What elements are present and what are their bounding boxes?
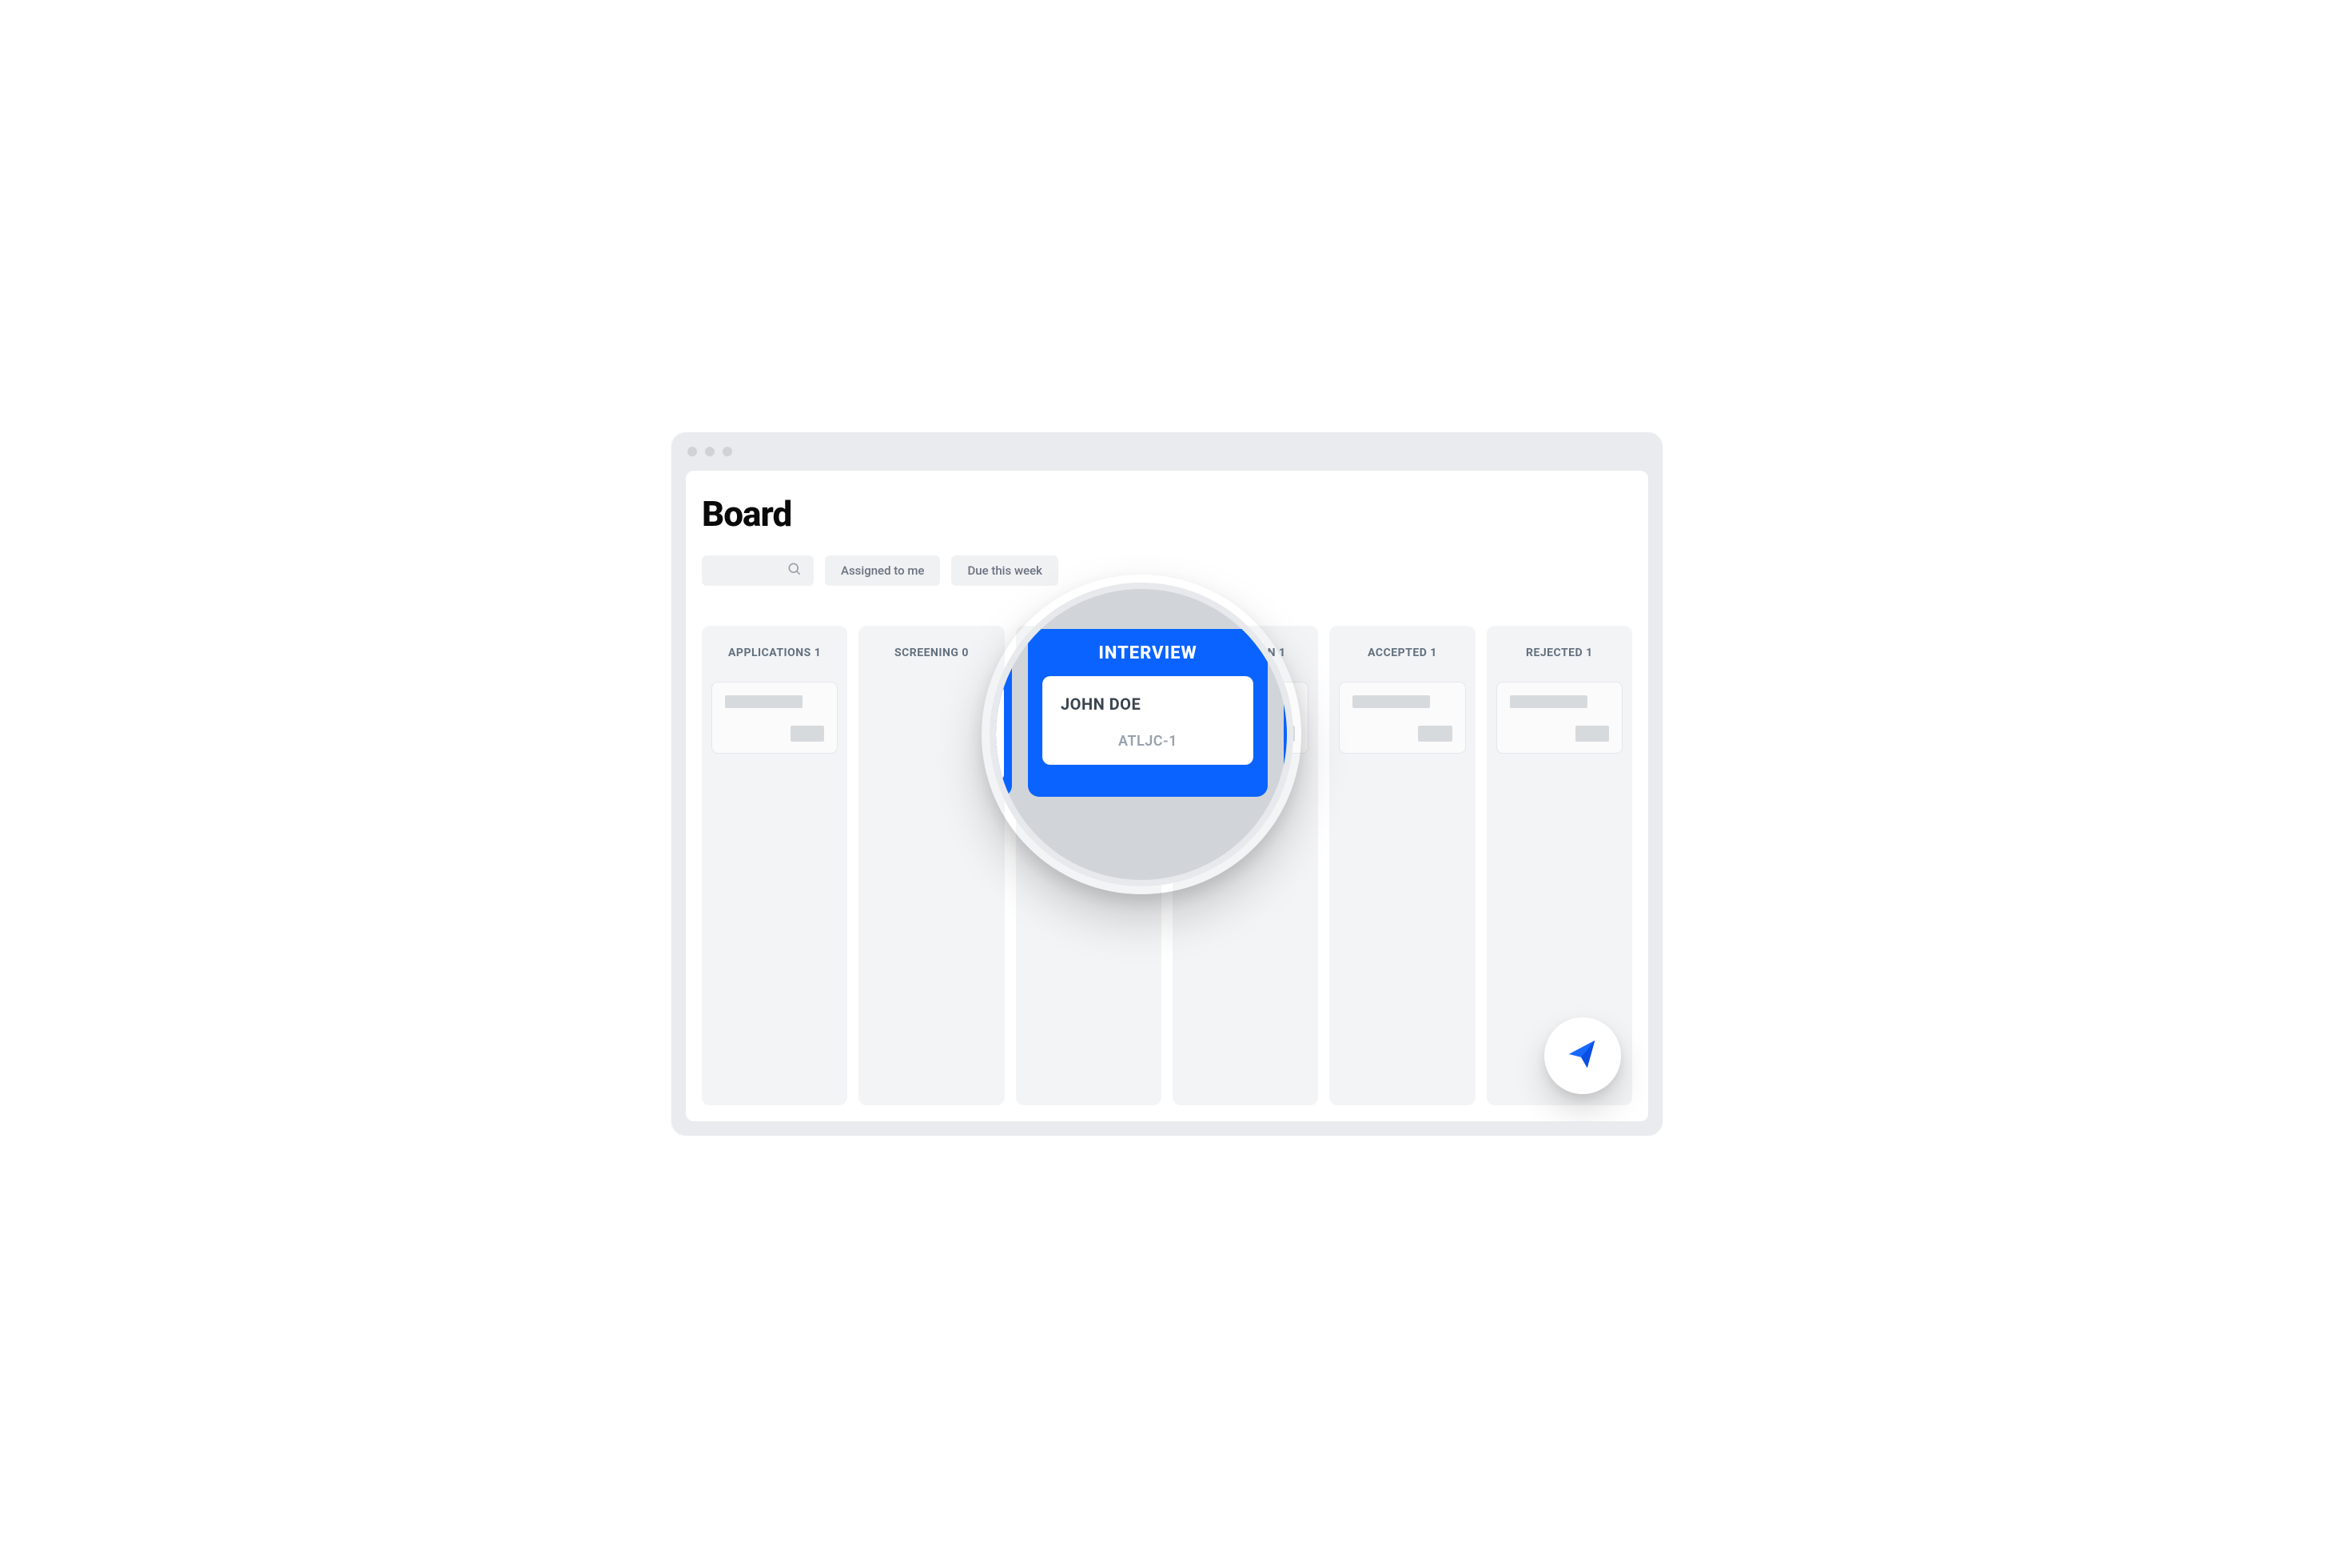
kanban-card[interactable] [711, 682, 838, 754]
placeholder-line [725, 695, 803, 708]
placeholder-line [1105, 809, 1138, 825]
kanban-card[interactable] [1026, 765, 1152, 837]
placeholder-line [1352, 695, 1430, 708]
placeholder-line [1575, 726, 1609, 742]
send-fab[interactable] [1544, 1017, 1621, 1094]
column-title: SCREENING 0 [858, 637, 1004, 682]
column-title: EVALUATION 1 [1173, 637, 1318, 682]
traffic-light-dot[interactable] [687, 447, 697, 456]
placeholder-line [1196, 695, 1273, 708]
placeholder-line [1510, 695, 1587, 708]
column-screening[interactable]: SCREENING 0 [858, 626, 1004, 1105]
browser-window: Board Assigned to me Due this week APPLI… [671, 432, 1663, 1136]
column-title: INTERVIEW [1016, 637, 1161, 682]
column-interview[interactable]: INTERVIEW [1016, 626, 1161, 1105]
placeholder-line [1418, 726, 1452, 742]
placeholder-line [1105, 726, 1138, 742]
filter-assigned-to-me[interactable]: Assigned to me [825, 555, 940, 586]
kanban-card[interactable] [1026, 682, 1152, 754]
column-title: APPLICATIONS 1 [702, 637, 847, 682]
column-applications[interactable]: APPLICATIONS 1 [702, 626, 847, 1105]
paper-plane-icon [1564, 1036, 1601, 1076]
search-input[interactable] [702, 555, 814, 586]
kanban-card[interactable] [1339, 682, 1465, 754]
window-controls [671, 432, 1663, 471]
placeholder-line [1261, 726, 1295, 742]
column-title: ACCEPTED 1 [1329, 637, 1475, 682]
kanban-card[interactable] [1496, 682, 1623, 754]
placeholder-line [1039, 695, 1117, 708]
traffic-light-dot[interactable] [723, 447, 732, 456]
app-content: Board Assigned to me Due this week APPLI… [686, 471, 1648, 1121]
page-title: Board [702, 493, 1632, 535]
kanban-card[interactable] [1182, 682, 1308, 754]
search-icon [787, 561, 803, 580]
placeholder-line [791, 726, 824, 742]
filter-due-this-week[interactable]: Due this week [951, 555, 1058, 586]
column-accepted[interactable]: ACCEPTED 1 [1329, 626, 1475, 1105]
filter-row: Assigned to me Due this week [702, 555, 1632, 586]
kanban-board: APPLICATIONS 1 SCREENING 0 INTERVIEW [702, 626, 1632, 1105]
placeholder-line [1039, 778, 1117, 791]
column-title: REJECTED 1 [1487, 637, 1632, 682]
traffic-light-dot[interactable] [705, 447, 715, 456]
column-evaluation[interactable]: EVALUATION 1 [1173, 626, 1318, 1105]
